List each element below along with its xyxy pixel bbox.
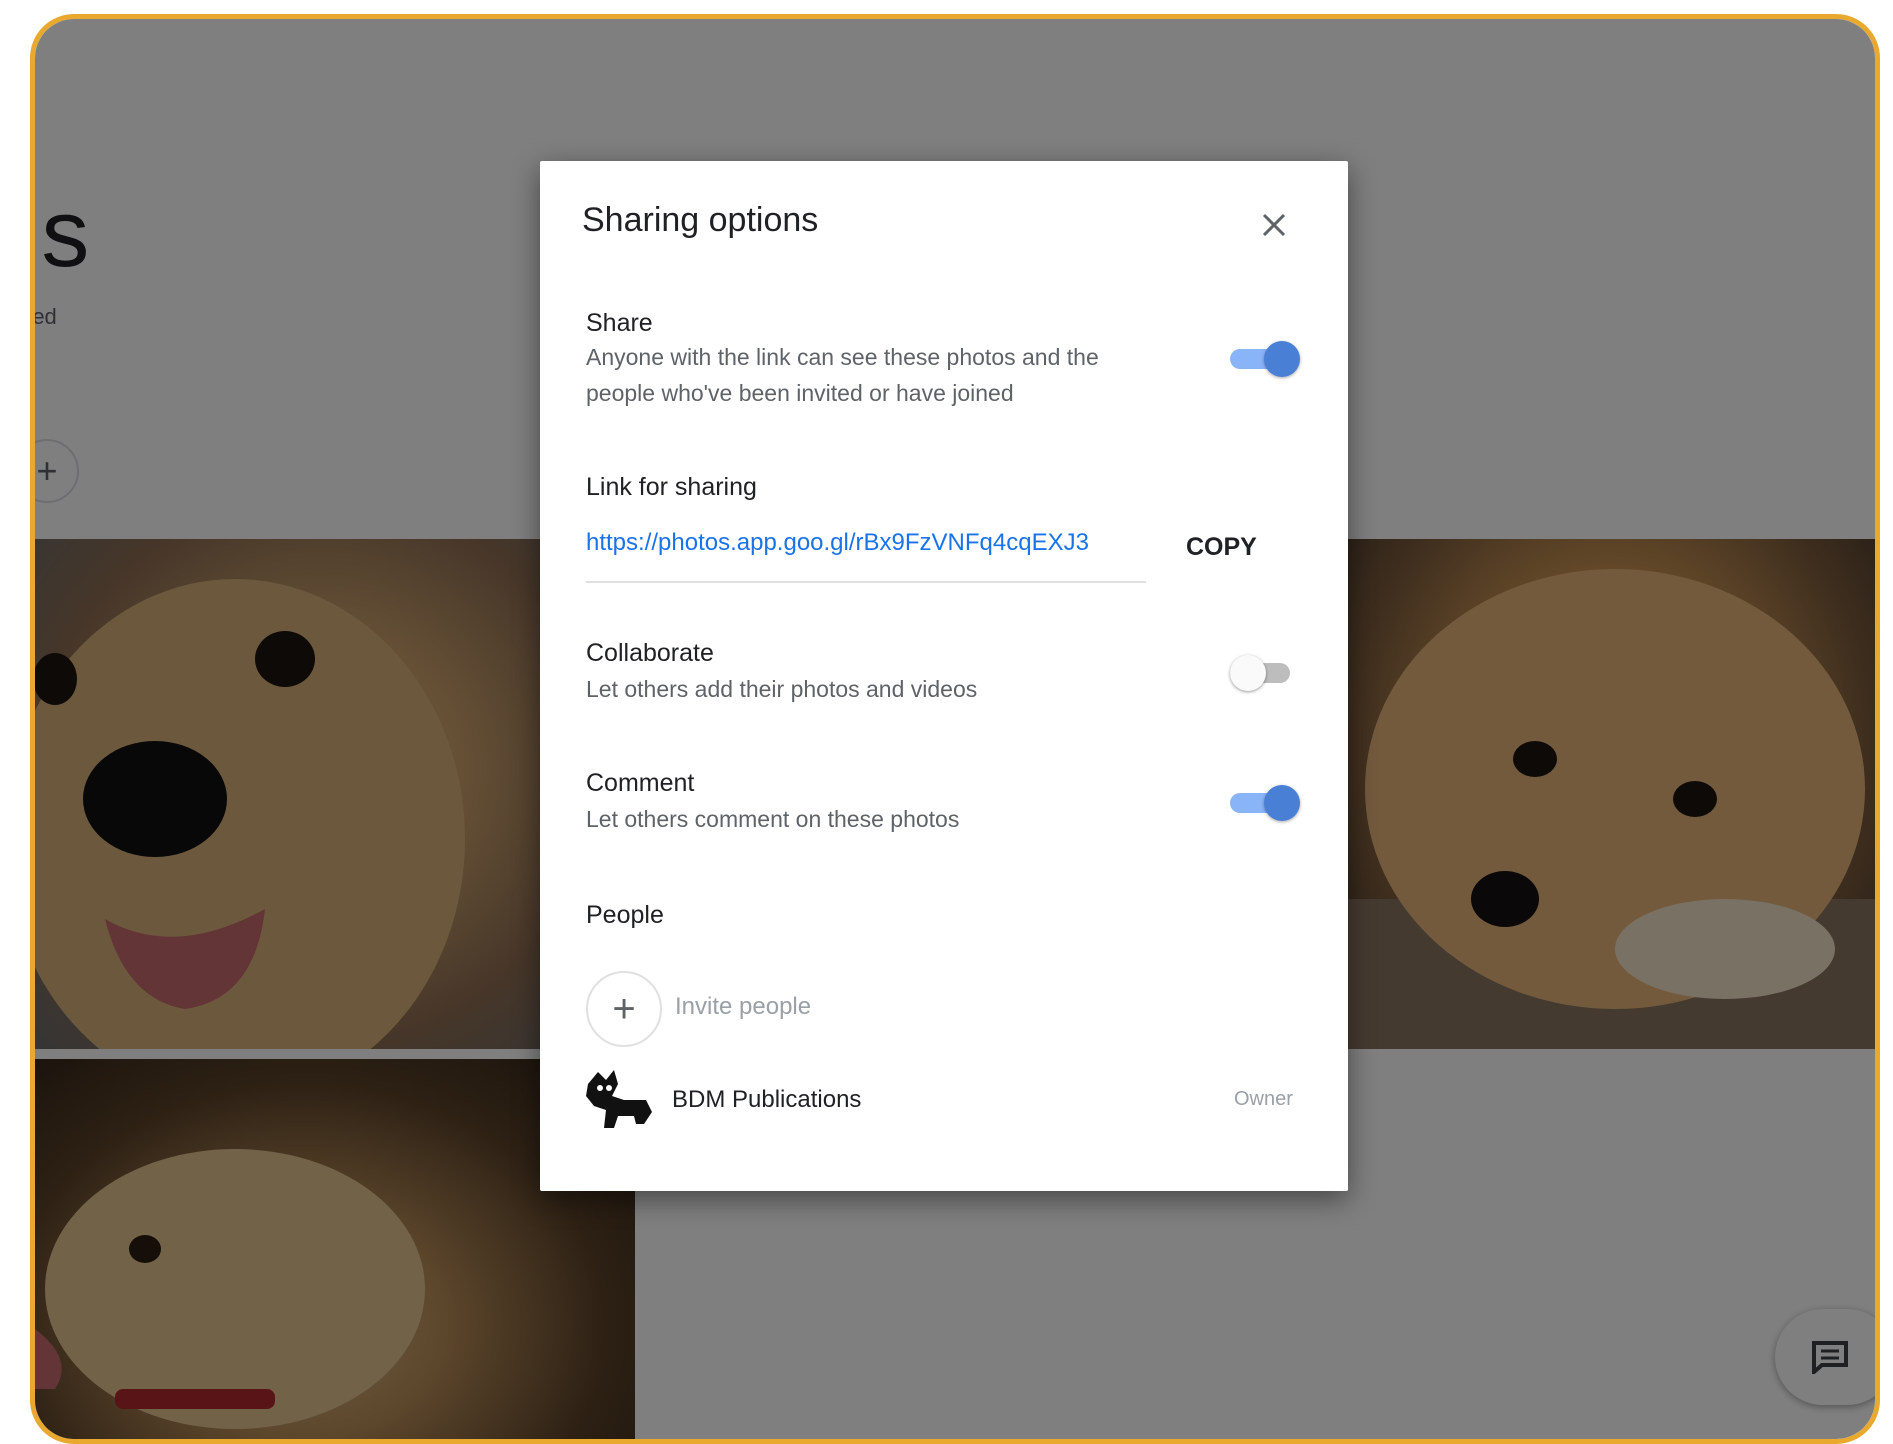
- close-button[interactable]: [1252, 203, 1296, 247]
- plus-icon: +: [612, 986, 636, 1031]
- toggle-knob: [1264, 341, 1300, 377]
- comment-description: Let others comment on these photos: [586, 806, 960, 832]
- dialog-title: Sharing options: [582, 201, 819, 239]
- member-name: BDM Publications: [672, 1086, 862, 1113]
- toggle-knob: [1264, 785, 1300, 821]
- toggle-knob: [1230, 655, 1266, 691]
- member-role: Owner: [1234, 1088, 1293, 1110]
- collaborate-title: Collaborate: [586, 639, 714, 667]
- invite-people-button[interactable]: +: [586, 971, 662, 1047]
- share-link-field[interactable]: https://photos.app.goo.gl/rBx9FzVNFq4cqE…: [586, 521, 1146, 583]
- close-icon: [1262, 213, 1286, 237]
- invite-people-label[interactable]: Invite people: [675, 993, 811, 1021]
- avatar: [584, 1066, 654, 1132]
- comment-toggle[interactable]: [1230, 783, 1300, 823]
- collaborate-description: Let others add their photos and videos: [586, 676, 978, 702]
- comment-title: Comment: [586, 769, 695, 797]
- share-toggle[interactable]: [1230, 339, 1300, 379]
- collaborate-toggle[interactable]: [1230, 653, 1296, 693]
- people-title: People: [586, 901, 664, 929]
- share-description: Anyone with the link can see these photo…: [586, 344, 1099, 406]
- link-section-title: Link for sharing: [586, 473, 757, 501]
- share-title: Share: [586, 309, 653, 337]
- share-link-url[interactable]: https://photos.app.goo.gl/rBx9FzVNFq4cqE…: [586, 529, 1089, 557]
- dog-logo-icon: [586, 1070, 652, 1128]
- copy-link-button[interactable]: COPY: [1186, 533, 1257, 562]
- sharing-options-dialog: Sharing options Share Anyone with the li…: [540, 161, 1348, 1191]
